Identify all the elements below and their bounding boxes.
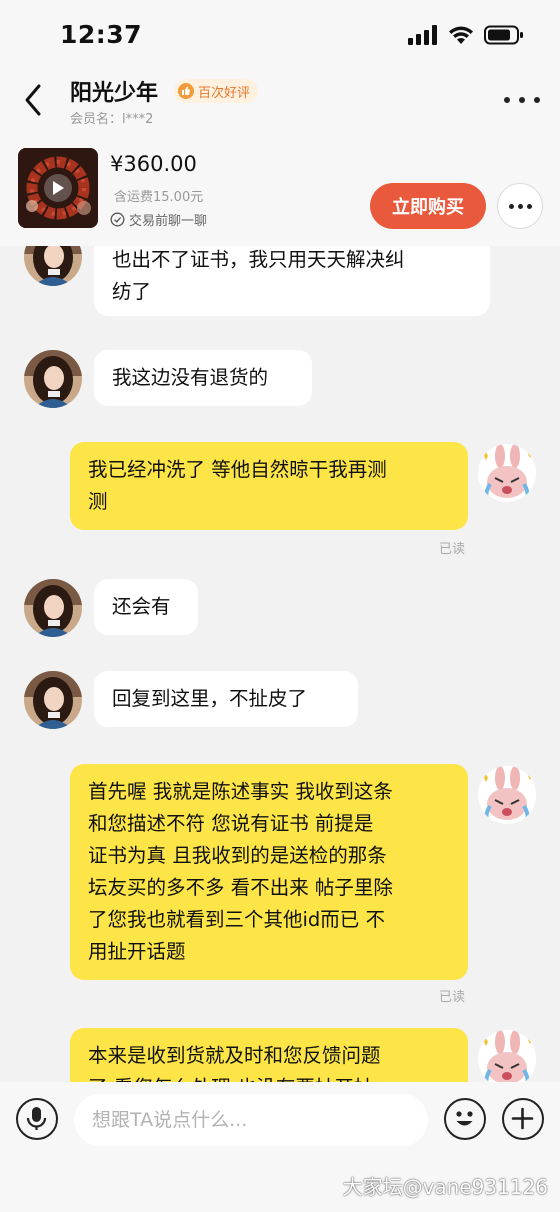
chat-header: 阳光少年 百次好评 会员名：l***2: [0, 72, 560, 132]
my-avatar[interactable]: [478, 444, 536, 502]
outgoing-message-bubble[interactable]: 首先喔 我就是陈述事实 我收到这条 和您描述不符 您说有证书 前提是 证书为真 且我…: [70, 764, 468, 980]
read-receipt: 已读: [439, 990, 466, 1005]
composer-bar: 大家坛@vane931126: [0, 1082, 560, 1212]
message-list[interactable]: 也出不了证书，我只用天天解决纠 纺了我这边没有退货的我已经冲洗了 等他自然晾干我再…: [0, 246, 560, 1082]
message-text-line: 纺了: [112, 280, 152, 303]
message-text-line: 了您我也就看到三个其他id而已 不: [88, 908, 385, 931]
buy-now-button[interactable]: 立即购买: [370, 183, 486, 229]
wifi-icon: [449, 26, 473, 44]
check-circle-icon: [110, 212, 125, 227]
outgoing-message-bubble[interactable]: 我已经冲洗了 等他自然晾干我再测测: [70, 442, 468, 530]
contact-avatar[interactable]: [24, 350, 82, 408]
dot-icon: [519, 97, 525, 103]
dot-icon: [504, 97, 510, 103]
incoming-message-bubble[interactable]: 我这边没有退货的: [94, 350, 312, 406]
chat-before-trade: 交易前聊一聊: [110, 210, 207, 229]
voice-input-button[interactable]: [16, 1098, 58, 1140]
product-more-button[interactable]: [497, 183, 543, 229]
outgoing-message-bubble[interactable]: 本来是收到货就及时和您反馈问题了 看您怎么处理 也没有要扯开扯: [70, 1028, 468, 1082]
product-thumbnail[interactable]: [18, 148, 98, 228]
dot-icon: [526, 203, 532, 209]
message-text-line: 还会有: [112, 595, 171, 618]
watermark: 大家坛@vane931126: [342, 1175, 548, 1199]
contact-avatar[interactable]: [24, 671, 82, 729]
message-text-line: 回复到这里，不扯皮了: [112, 687, 308, 710]
thumbs-up-icon: [178, 83, 194, 99]
incoming-message-bubble[interactable]: 回复到这里，不扯皮了: [94, 671, 358, 727]
contact-avatar[interactable]: [24, 246, 82, 286]
chat-hint-label: 交易前聊一聊: [129, 214, 208, 229]
my-avatar[interactable]: [478, 766, 536, 824]
microphone-icon: [26, 1107, 47, 1130]
member-id: 会员名：l***2: [70, 112, 154, 127]
message-text-line: 测: [88, 490, 108, 513]
emoji-button[interactable]: [444, 1098, 486, 1140]
dot-icon: [508, 203, 514, 209]
smiley-icon: [456, 1111, 473, 1126]
more-options-button[interactable]: [504, 86, 540, 114]
message-text-line: 首先喔 我就是陈述事实 我收到这条: [88, 780, 393, 803]
message-text-line: 本来是收到货就及时和您反馈问题: [88, 1044, 381, 1067]
incoming-message-bubble[interactable]: 还会有: [94, 579, 198, 635]
battery-icon: [484, 25, 523, 45]
message-text-line: 也出不了证书，我只用天天解决纠: [112, 248, 405, 271]
dot-icon: [517, 203, 523, 209]
chevron-left-icon: [25, 84, 41, 116]
dot-icon: [534, 97, 540, 103]
add-attachment-button[interactable]: [502, 1098, 544, 1140]
play-video-icon[interactable]: [44, 174, 72, 202]
cellular-signal-icon: [408, 25, 437, 45]
status-bar: 12:37: [0, 0, 560, 72]
status-time: 12:37: [60, 20, 143, 49]
status-icons: [408, 25, 524, 45]
contact-name[interactable]: 阳光少年: [70, 75, 158, 107]
back-button[interactable]: [20, 82, 48, 118]
message-text-line: 和您描述不符 您说有证书 前提是: [88, 812, 374, 835]
rating-badge: 百次好评: [174, 79, 259, 103]
message-text-line: 坛友买的多不多 看不出来 帖子里除: [88, 876, 393, 899]
message-text-line: 证书为真 且我收到的是送检的那条: [88, 844, 387, 867]
my-avatar[interactable]: [478, 1030, 536, 1082]
contact-avatar[interactable]: [24, 579, 82, 637]
incoming-message-bubble[interactable]: 也出不了证书，我只用天天解决纠 纺了: [94, 246, 490, 316]
message-text-line: 我这边没有退货的: [112, 366, 269, 389]
badge-label: 百次好评: [198, 85, 251, 101]
message-input[interactable]: [74, 1094, 428, 1146]
product-card: ¥360.00 含运费15.00元 交易前聊一聊 立即购买: [0, 140, 560, 246]
read-receipt: 已读: [439, 542, 466, 557]
message-text-line: 了 看您怎么处理 也没有要扯开扯: [88, 1072, 450, 1082]
message-text-line: 用扯开话题: [88, 940, 186, 963]
shipping-fee: 含运费15.00元: [114, 190, 204, 205]
plus-icon: [511, 1107, 534, 1130]
product-price: ¥360.00: [110, 152, 197, 176]
message-text-line: 我已经冲洗了 等他自然晾干我再测: [88, 458, 387, 481]
